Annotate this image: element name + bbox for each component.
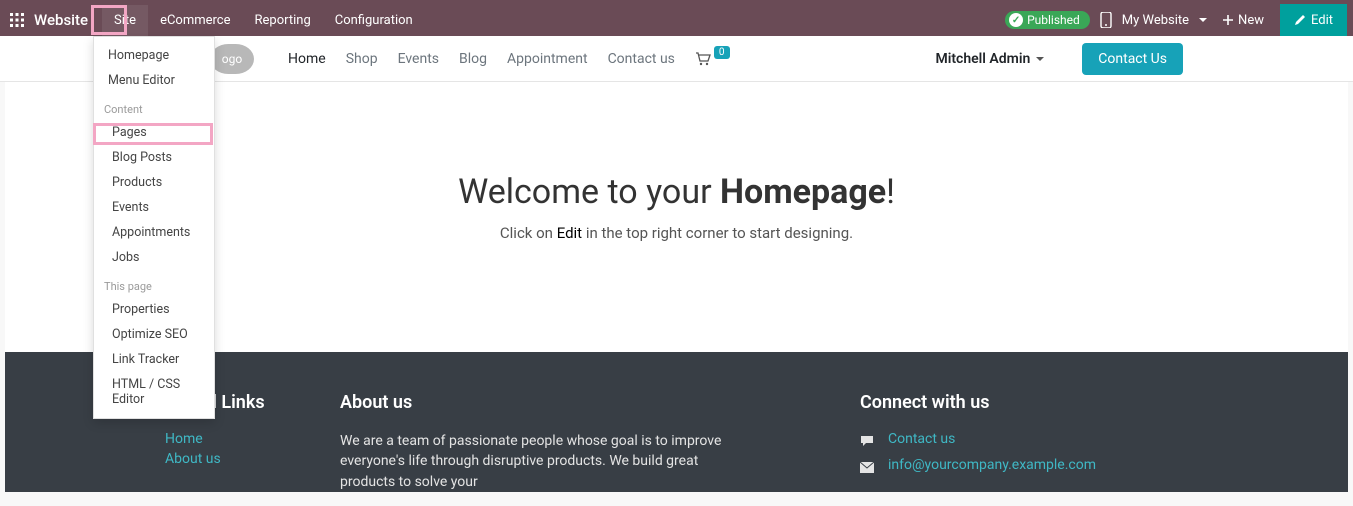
dd-header-thispage: This page	[94, 270, 214, 297]
dd-properties[interactable]: Properties	[94, 297, 214, 322]
nav-events[interactable]: Events	[398, 51, 439, 67]
footer-email[interactable]: info@yourcompany.example.com	[888, 457, 1096, 473]
footer-link-about[interactable]: About us	[165, 451, 340, 467]
footer-connect-heading: Connect with us	[860, 392, 1188, 413]
dd-optimize-seo[interactable]: Optimize SEO	[94, 322, 214, 347]
hero-sub-prefix: Click on	[500, 224, 557, 242]
pencil-icon	[1294, 14, 1306, 26]
dd-pages[interactable]: Pages	[94, 120, 214, 145]
dd-html-css-editor[interactable]: HTML / CSS Editor	[94, 372, 214, 412]
dd-events[interactable]: Events	[94, 195, 214, 220]
hero-title-suffix: !	[886, 172, 895, 212]
hero-sub-suffix: in the top right corner to start designi…	[582, 224, 853, 242]
published-toggle[interactable]: ✓ Published	[1005, 11, 1090, 29]
new-label: New	[1238, 13, 1264, 28]
speech-icon	[860, 434, 876, 448]
hero-title-prefix: Welcome to your	[458, 172, 720, 212]
dd-appointments[interactable]: Appointments	[94, 220, 214, 245]
footer-link-home[interactable]: Home	[165, 431, 340, 447]
nav-shop[interactable]: Shop	[346, 51, 378, 67]
hero-sub-edit: Edit	[557, 224, 582, 242]
dd-menu-editor[interactable]: Menu Editor	[94, 68, 214, 93]
footer-about-text: We are a team of passionate people whose…	[340, 431, 750, 492]
dd-header-content: Content	[94, 93, 214, 120]
site-logo[interactable]: ogo	[210, 44, 254, 74]
nav-contact-us[interactable]: Contact us	[608, 51, 675, 67]
envelope-icon	[860, 462, 876, 473]
footer-about-heading: About us	[340, 392, 860, 413]
dd-homepage[interactable]: Homepage	[94, 43, 214, 68]
menu-configuration[interactable]: Configuration	[323, 5, 425, 36]
main-menubar: Website Site eCommerce Reporting Configu…	[0, 4, 1353, 36]
published-label: Published	[1027, 13, 1080, 27]
new-button[interactable]: New	[1217, 9, 1270, 32]
plus-icon	[1223, 15, 1233, 25]
nav-appointment[interactable]: Appointment	[507, 51, 588, 67]
menu-ecommerce[interactable]: eCommerce	[148, 5, 242, 36]
user-dropdown[interactable]: Mitchell Admin	[935, 51, 1044, 67]
edit-button[interactable]: Edit	[1280, 4, 1347, 36]
nav-blog[interactable]: Blog	[459, 51, 487, 67]
dd-products[interactable]: Products	[94, 170, 214, 195]
dd-link-tracker[interactable]: Link Tracker	[94, 347, 214, 372]
cart-button[interactable]: 0	[695, 52, 730, 66]
contact-us-button[interactable]: Contact Us	[1082, 43, 1183, 75]
footer-about: About us We are a team of passionate peo…	[340, 392, 860, 492]
cart-count: 0	[714, 46, 730, 59]
check-icon: ✓	[1009, 13, 1023, 27]
brand-label[interactable]: Website	[34, 11, 102, 29]
apps-icon[interactable]	[0, 13, 34, 27]
edit-label: Edit	[1311, 13, 1333, 28]
site-dropdown: Homepage Menu Editor Content Pages Blog …	[93, 36, 215, 419]
hero-title-bold: Homepage	[720, 172, 886, 212]
dd-blog-posts[interactable]: Blog Posts	[94, 145, 214, 170]
cart-icon	[695, 52, 711, 66]
mobile-preview-icon[interactable]	[1100, 12, 1112, 28]
menu-reporting[interactable]: Reporting	[243, 5, 323, 36]
nav-home[interactable]: Home	[288, 51, 326, 67]
footer-contact-link[interactable]: Contact us	[888, 431, 955, 447]
menu-site[interactable]: Site	[102, 5, 148, 36]
footer-connect: Connect with us Contact us info@yourcomp…	[860, 392, 1188, 492]
dd-jobs[interactable]: Jobs	[94, 245, 214, 270]
website-selector[interactable]: My Website	[1122, 13, 1207, 28]
